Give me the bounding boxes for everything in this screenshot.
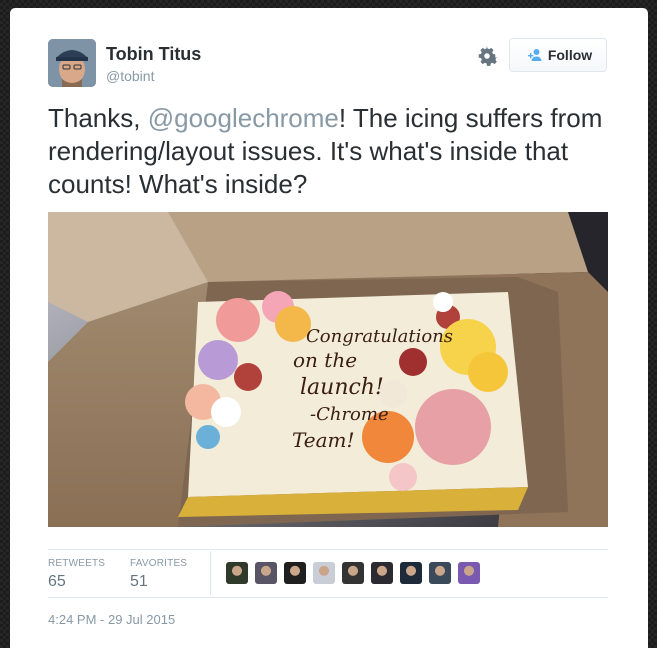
tweet-photo[interactable]: Congratulations on the launch! -Chrome T… — [48, 212, 608, 527]
favoriter-avatar[interactable] — [400, 562, 422, 584]
cake-photo-image: Congratulations on the launch! -Chrome T… — [48, 212, 608, 527]
retweets-count[interactable]: 65 — [48, 573, 66, 591]
favorites-label[interactable]: FAVORITES — [130, 558, 187, 569]
tweet-text-start: Thanks, — [48, 103, 148, 133]
author-name[interactable]: Tobin Titus — [106, 44, 201, 65]
stats-separator — [210, 551, 211, 595]
author-handle[interactable]: @tobint — [106, 68, 154, 84]
favoriter-avatar[interactable] — [284, 562, 306, 584]
stats-top-divider — [48, 549, 608, 550]
retweets-label[interactable]: RETWEETS — [48, 558, 105, 569]
favoriter-avatar[interactable] — [255, 562, 277, 584]
mention-link[interactable]: @googlechrome — [148, 103, 339, 133]
follow-label: Follow — [547, 47, 593, 63]
cake-line-4: -Chrome — [310, 404, 389, 425]
favoriters-list — [226, 562, 480, 584]
tweet-timestamp[interactable]: 4:24 PM - 29 Jul 2015 — [48, 612, 175, 627]
favoriter-avatar[interactable] — [342, 562, 364, 584]
author-avatar[interactable] — [48, 39, 96, 87]
tweet-card: Tobin Titus @tobint Follow Thanks, @goog… — [10, 8, 648, 648]
gear-icon[interactable] — [476, 45, 499, 67]
favoriter-avatar[interactable] — [458, 562, 480, 584]
stats-bottom-divider — [48, 597, 608, 598]
follow-button[interactable]: Follow — [509, 38, 607, 72]
author-avatar-image — [48, 39, 96, 87]
favoriter-avatar[interactable] — [371, 562, 393, 584]
favorites-count[interactable]: 51 — [130, 573, 148, 591]
favoriter-avatar[interactable] — [429, 562, 451, 584]
follow-person-icon — [527, 49, 542, 61]
cake-line-1: Congratulations — [306, 326, 453, 347]
cake-line-5: Team! — [292, 428, 355, 452]
cake-line-3: launch! — [300, 375, 384, 400]
favoriter-avatar[interactable] — [313, 562, 335, 584]
tweet-text: Thanks, @googlechrome! The icing suffers… — [48, 102, 608, 201]
cake-line-2: on the — [293, 348, 357, 372]
favoriter-avatar[interactable] — [226, 562, 248, 584]
